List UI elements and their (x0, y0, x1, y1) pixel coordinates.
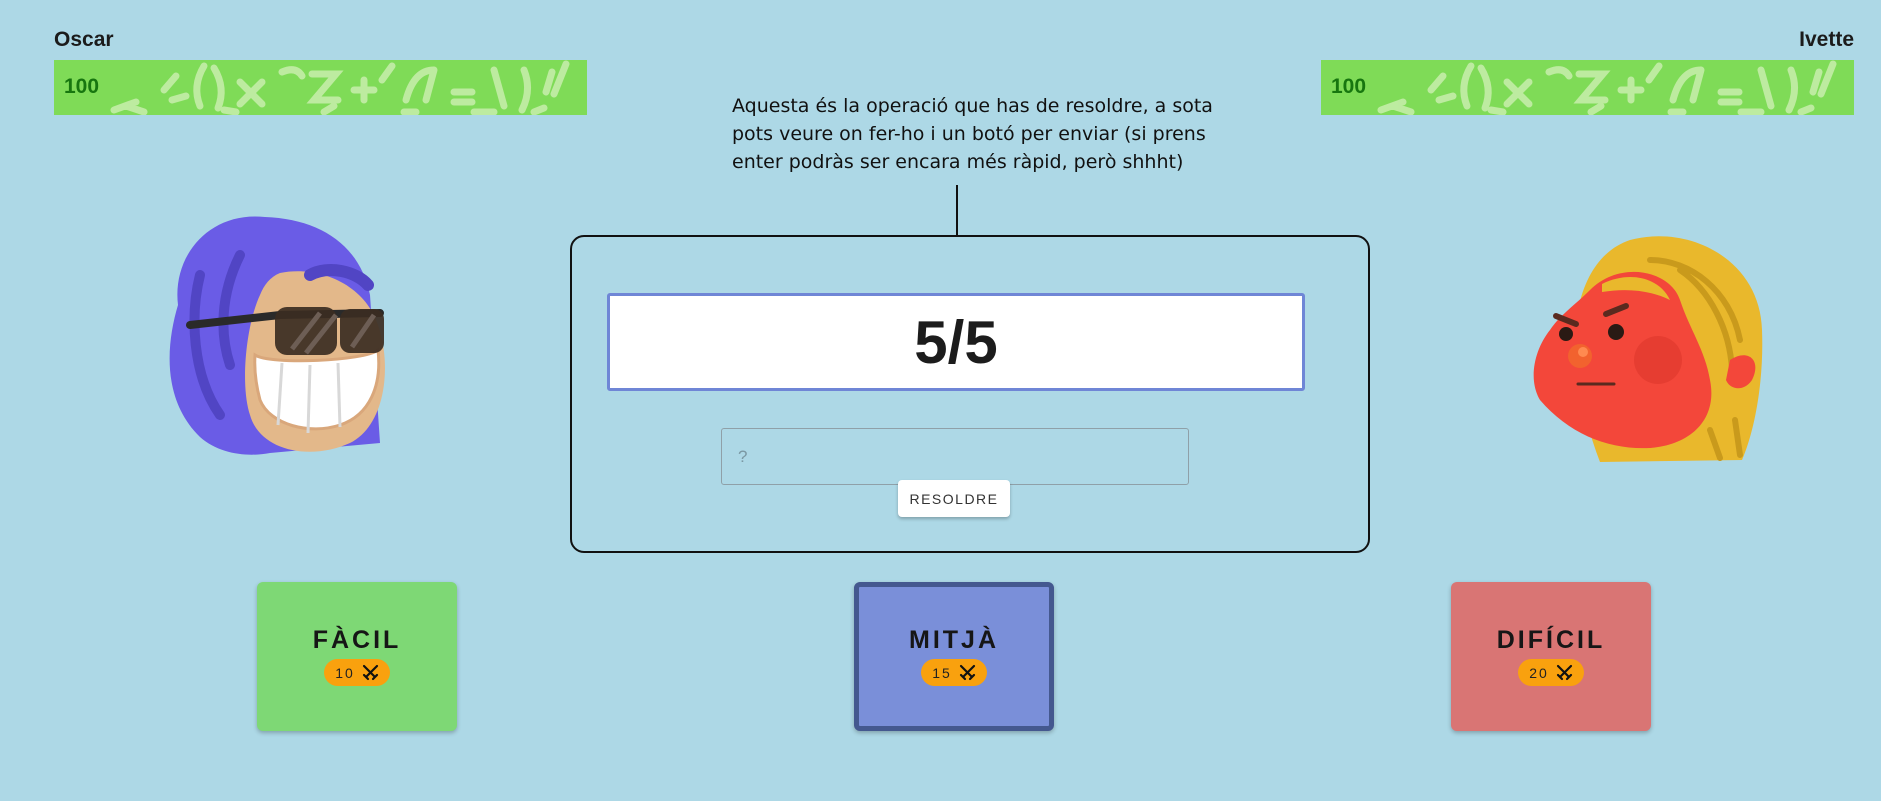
hint-pointer-line (956, 185, 958, 237)
player-name-left: Oscar (54, 28, 114, 51)
operation-panel: 5/5 RESOLDRE (570, 235, 1370, 553)
sunglasses-avatar-icon (169, 216, 385, 455)
math-symbols-pattern (1377, 60, 1837, 115)
operation-hint: Aquesta és la operació que has de resold… (732, 95, 1213, 173)
crossed-swords-icon (959, 664, 975, 681)
level-label-hard: DIFÍCIL (1496, 626, 1606, 654)
points-badge-hard: 20 (1518, 659, 1584, 686)
points-value-medium: 15 (932, 664, 952, 681)
solve-button[interactable]: RESOLDRE (898, 480, 1010, 517)
player-name-right: Ivette (1799, 28, 1854, 51)
operation-display: 5/5 (607, 293, 1305, 391)
math-symbols-pattern (110, 60, 570, 115)
crossed-swords-icon (1556, 664, 1572, 681)
hp-value-right: 100 (1331, 75, 1367, 98)
level-label-medium: MITJÀ (909, 626, 999, 654)
answer-input[interactable] (721, 428, 1189, 485)
hp-bar-left: 100 (54, 60, 587, 115)
crossed-swords-icon (362, 664, 378, 681)
level-card-hard[interactable]: DIFÍCIL 20 (1451, 582, 1651, 731)
points-badge-easy: 10 (324, 659, 390, 686)
points-value-hard: 20 (1529, 664, 1549, 681)
angry-avatar-icon (1533, 236, 1763, 462)
level-card-easy[interactable]: FÀCIL 10 (257, 582, 457, 731)
points-badge-medium: 15 (921, 659, 987, 686)
level-card-medium[interactable]: MITJÀ 15 (854, 582, 1054, 731)
points-value-easy: 10 (335, 664, 355, 681)
level-label-easy: FÀCIL (312, 626, 402, 654)
hp-bar-right: 100 (1321, 60, 1854, 115)
hp-value-left: 100 (64, 75, 100, 98)
